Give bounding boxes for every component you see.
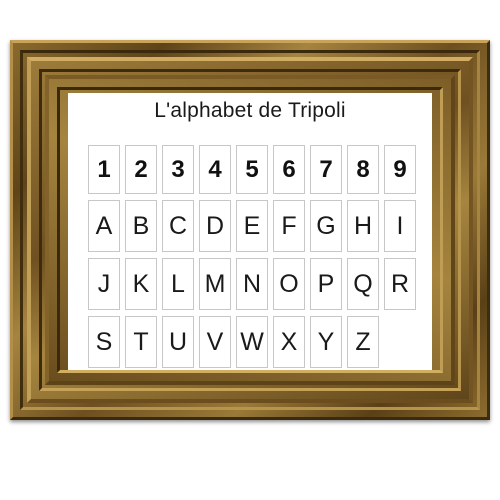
letter-cell: F bbox=[273, 200, 305, 252]
digit-cell: 2 bbox=[125, 145, 157, 194]
letter-cell: X bbox=[273, 316, 305, 368]
digit-cell: 1 bbox=[88, 145, 120, 194]
digit-cell: 4 bbox=[199, 145, 231, 194]
letter-cell: U bbox=[162, 316, 194, 368]
letter-row: J K L M N O P Q R bbox=[88, 258, 428, 310]
letter-cell: J bbox=[88, 258, 120, 310]
letter-cell: Z bbox=[347, 316, 379, 368]
letter-cell: K bbox=[125, 258, 157, 310]
letter-cell: R bbox=[384, 258, 416, 310]
digit-cell: 6 bbox=[273, 145, 305, 194]
digit-header-row: 1 2 3 4 5 6 7 8 9 bbox=[88, 145, 428, 194]
letter-cell: Q bbox=[347, 258, 379, 310]
picture-stage: L'alphabet de Tripoli 1 2 3 4 5 6 7 8 9 … bbox=[0, 0, 500, 500]
digit-cell: 7 bbox=[310, 145, 342, 194]
digit-cell: 3 bbox=[162, 145, 194, 194]
letter-cell: B bbox=[125, 200, 157, 252]
letter-cell: C bbox=[162, 200, 194, 252]
letter-cell: T bbox=[125, 316, 157, 368]
letter-cell: S bbox=[88, 316, 120, 368]
digit-cell: 9 bbox=[384, 145, 416, 194]
letter-row: A B C D E F G H I bbox=[88, 200, 428, 252]
letter-cell: G bbox=[310, 200, 342, 252]
letter-cell: M bbox=[199, 258, 231, 310]
letter-cell: L bbox=[162, 258, 194, 310]
letter-cell: I bbox=[384, 200, 416, 252]
alphabet-grid: 1 2 3 4 5 6 7 8 9 A B C D E F G H I J K … bbox=[88, 145, 428, 374]
digit-cell: 5 bbox=[236, 145, 268, 194]
letter-row: S T U V W X Y Z bbox=[88, 316, 428, 368]
letter-cell: D bbox=[199, 200, 231, 252]
digit-cell: 8 bbox=[347, 145, 379, 194]
letter-cell: O bbox=[273, 258, 305, 310]
letter-cell: Y bbox=[310, 316, 342, 368]
letter-cell: W bbox=[236, 316, 268, 368]
letter-cell: H bbox=[347, 200, 379, 252]
panel-title: L'alphabet de Tripoli bbox=[154, 99, 346, 122]
letter-cell: A bbox=[88, 200, 120, 252]
letter-cell: E bbox=[236, 200, 268, 252]
letter-cell: N bbox=[236, 258, 268, 310]
letter-cell: P bbox=[310, 258, 342, 310]
empty-cell bbox=[384, 316, 416, 368]
alphabet-panel: L'alphabet de Tripoli 1 2 3 4 5 6 7 8 9 … bbox=[68, 93, 432, 370]
letter-cell: V bbox=[199, 316, 231, 368]
